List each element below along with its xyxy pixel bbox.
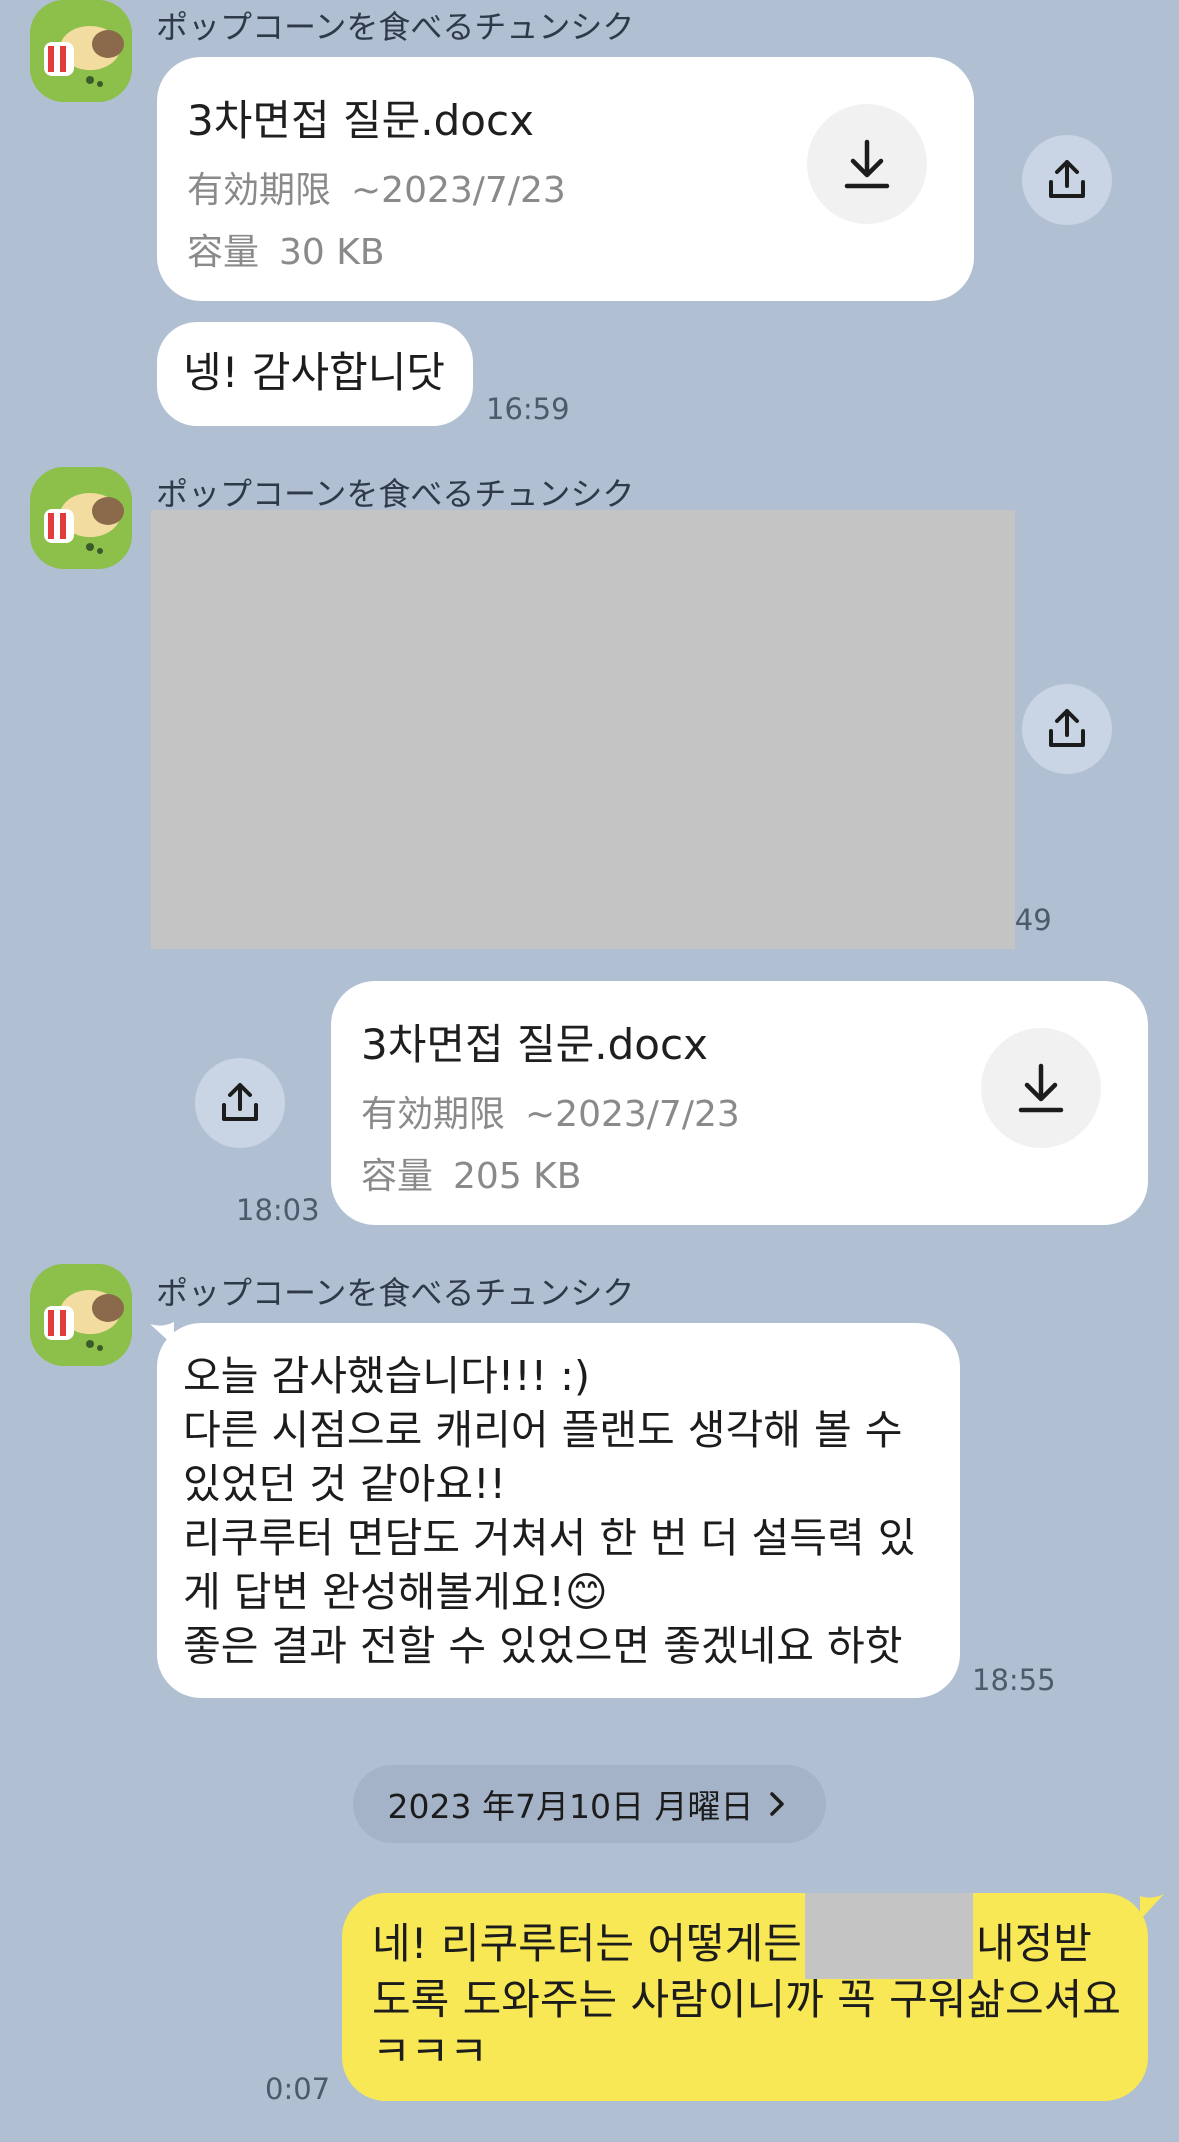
avatar-popcorn-icon — [30, 467, 132, 569]
share-icon — [1049, 709, 1085, 747]
sender-avatar[interactable] — [30, 1264, 132, 1366]
file-name: 3차면접 질문.docx — [361, 1020, 708, 1069]
own-message-bubble[interactable]: 네! 리쿠루터는 어떻게든 내정받 도록 도와주는 사람이니까 꼭 구워삶으셔요… — [342, 1893, 1148, 2101]
image-attachment[interactable] — [151, 510, 1015, 949]
message-bubble[interactable]: 오늘 감사했습니다!!! :) 다른 시점으로 캐리어 플랜도 생각해 볼 수 … — [157, 1323, 960, 1698]
sender-avatar[interactable] — [30, 0, 132, 102]
file-name: 3차면접 질문.docx — [187, 96, 534, 145]
sender-name: ポップコーンを食べるチュンシク — [156, 1274, 635, 1312]
message-bubble[interactable]: 넹! 감사합니닷 — [157, 322, 473, 426]
share-icon — [222, 1083, 258, 1121]
expiry-label: 有効期限 — [187, 170, 332, 211]
file-message-bubble[interactable]: 3차면접 질문.docx 有効期限 ~2023/7/23 容量 205 KB — [331, 981, 1148, 1225]
file-expiry: 有効期限 ~2023/7/23 — [187, 161, 566, 213]
date-separator-label: 2023 年7月10日 月曜日 — [387, 1787, 754, 1826]
download-icon — [844, 139, 890, 189]
message-text-part: 내정받 — [976, 1919, 1092, 1968]
size-value: 30 KB — [279, 232, 385, 273]
message-line-1: 네! 리쿠루터는 어떻게든 — [372, 1917, 802, 1971]
avatar-popcorn-icon — [30, 1264, 132, 1366]
date-separator[interactable]: 2023 年7月10日 月曜日 — [353, 1765, 826, 1843]
file-size: 容量 30 KB — [187, 223, 385, 275]
share-button[interactable] — [195, 1058, 285, 1148]
message-text: 오늘 감사했습니다!!! :) 다른 시점으로 캐리어 플랜도 생각해 볼 수 … — [183, 1352, 916, 1670]
expiry-label: 有効期限 — [361, 1094, 506, 1135]
chevron-right-icon — [770, 1792, 785, 1816]
sender-name: ポップコーンを食べるチュンシク — [156, 8, 635, 46]
share-icon — [1049, 160, 1085, 198]
size-label: 容量 — [361, 1156, 434, 1197]
sender-avatar[interactable] — [30, 467, 132, 569]
message-text-part: 네! 리쿠루터는 어떻게든 — [372, 1919, 802, 1968]
file-expiry: 有効期限 ~2023/7/23 — [361, 1085, 740, 1137]
expiry-value: ~2023/7/23 — [351, 170, 566, 211]
message-line-3: ㅋㅋㅋ — [372, 2027, 488, 2076]
size-value: 205 KB — [453, 1156, 582, 1197]
redacted-block — [805, 1893, 973, 1979]
message-text: 넹! 감사합니닷 — [183, 348, 446, 397]
message-time: 0:07 — [265, 2072, 331, 2106]
file-message-bubble[interactable]: 3차면접 질문.docx 有効期限 ~2023/7/23 容量 30 KB — [157, 57, 974, 301]
message-line-2: 도록 도와주는 사람이니까 꼭 구워삶으셔요 — [372, 1975, 1121, 2024]
file-size: 容量 205 KB — [361, 1147, 581, 1199]
share-button[interactable] — [1022, 135, 1112, 225]
download-button[interactable] — [807, 104, 927, 224]
expiry-value: ~2023/7/23 — [525, 1094, 740, 1135]
download-icon — [1018, 1063, 1064, 1113]
message-time: 16:59 — [486, 392, 570, 426]
message-time: 18:03 — [236, 1193, 320, 1227]
avatar-popcorn-icon — [30, 0, 132, 102]
download-button[interactable] — [981, 1028, 1101, 1148]
sender-name: ポップコーンを食べるチュンシク — [156, 475, 635, 513]
share-button[interactable] — [1022, 684, 1112, 774]
size-label: 容量 — [187, 232, 260, 273]
message-time: 18:55 — [972, 1663, 1056, 1697]
